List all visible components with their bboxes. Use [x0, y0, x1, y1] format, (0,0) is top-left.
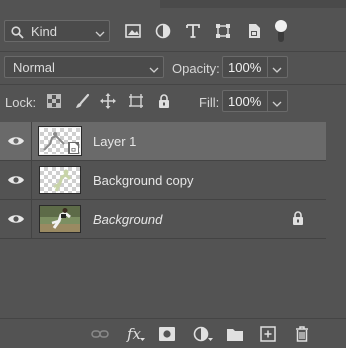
layer-thumbnail[interactable]: [38, 126, 82, 156]
chevron-down-icon[interactable]: [272, 63, 282, 77]
filter-kind-select[interactable]: Kind: [4, 20, 110, 42]
add-mask-icon[interactable]: [157, 325, 177, 343]
layer-row-layer-1[interactable]: Layer 1: [0, 122, 326, 160]
panel-tab-area: [160, 0, 346, 8]
layers-list: Layer 1 Background copy Background: [0, 119, 346, 314]
divider: [31, 200, 32, 238]
opacity-label: Opacity:: [172, 61, 220, 76]
opacity-field[interactable]: 100%: [222, 56, 288, 78]
filter-kind-label: Kind: [31, 24, 58, 39]
lock-position-icon[interactable]: [99, 92, 117, 110]
fx-label: fx: [126, 325, 141, 343]
new-adjustment-layer-icon[interactable]: [191, 325, 213, 343]
opacity-value[interactable]: 100%: [228, 60, 261, 75]
layer-name[interactable]: Background: [93, 212, 162, 227]
lock-image-pixels-icon[interactable]: [73, 92, 91, 110]
lock-label: Lock:: [5, 95, 37, 110]
divider: [267, 57, 268, 77]
filter-toggle[interactable]: [275, 18, 287, 44]
chevron-down-icon[interactable]: [272, 97, 282, 111]
add-layer-style-icon[interactable]: fx: [124, 325, 145, 343]
new-layer-icon[interactable]: [258, 325, 278, 343]
blend-mode-select[interactable]: Normal: [4, 56, 164, 78]
image-filter-icon[interactable]: [124, 23, 142, 39]
chevron-down-icon: [149, 63, 159, 77]
type-filter-icon[interactable]: [184, 23, 202, 39]
search-icon: [11, 26, 24, 42]
lock-all-icon[interactable]: [155, 92, 173, 110]
eye-icon[interactable]: [7, 135, 25, 147]
fill-field[interactable]: 100%: [222, 90, 288, 112]
layer-name[interactable]: Background copy: [93, 173, 193, 188]
layers-panel: Kind Normal Opacity: 100% Lock: Fill: 10…: [0, 0, 346, 348]
divider: [31, 161, 32, 199]
layer-filter-row: Kind: [0, 14, 346, 50]
delete-layer-icon[interactable]: [292, 325, 312, 343]
adjustment-filter-icon[interactable]: [154, 23, 172, 39]
lock-transparent-pixels-icon[interactable]: [45, 92, 63, 110]
layer-thumbnail[interactable]: [39, 205, 81, 233]
link-layers-icon[interactable]: [90, 325, 110, 343]
fill-label: Fill:: [199, 95, 220, 110]
shape-filter-icon[interactable]: [214, 23, 232, 39]
eye-icon[interactable]: [7, 174, 25, 186]
divider: [0, 84, 346, 85]
scrollbar[interactable]: [326, 119, 346, 314]
eye-icon[interactable]: [7, 213, 25, 225]
layer-row-background-copy[interactable]: Background copy: [0, 161, 326, 199]
layer-thumbnail[interactable]: [39, 166, 81, 194]
blend-mode-label: Normal: [13, 60, 55, 75]
layer-row-background[interactable]: Background: [0, 200, 326, 238]
new-group-icon[interactable]: [225, 325, 245, 343]
divider: [0, 238, 326, 239]
lock-icon[interactable]: [292, 211, 304, 228]
smart-object-filter-icon[interactable]: [245, 23, 263, 39]
panel-top-strip: [0, 0, 346, 8]
chevron-down-icon: [95, 27, 105, 41]
divider: [31, 122, 32, 160]
fill-value[interactable]: 100%: [228, 94, 261, 109]
divider: [267, 91, 268, 111]
layer-name[interactable]: Layer 1: [93, 134, 136, 149]
layers-bottom-bar: fx: [0, 318, 346, 348]
lock-artboard-icon[interactable]: [127, 92, 145, 110]
divider: [0, 51, 346, 52]
